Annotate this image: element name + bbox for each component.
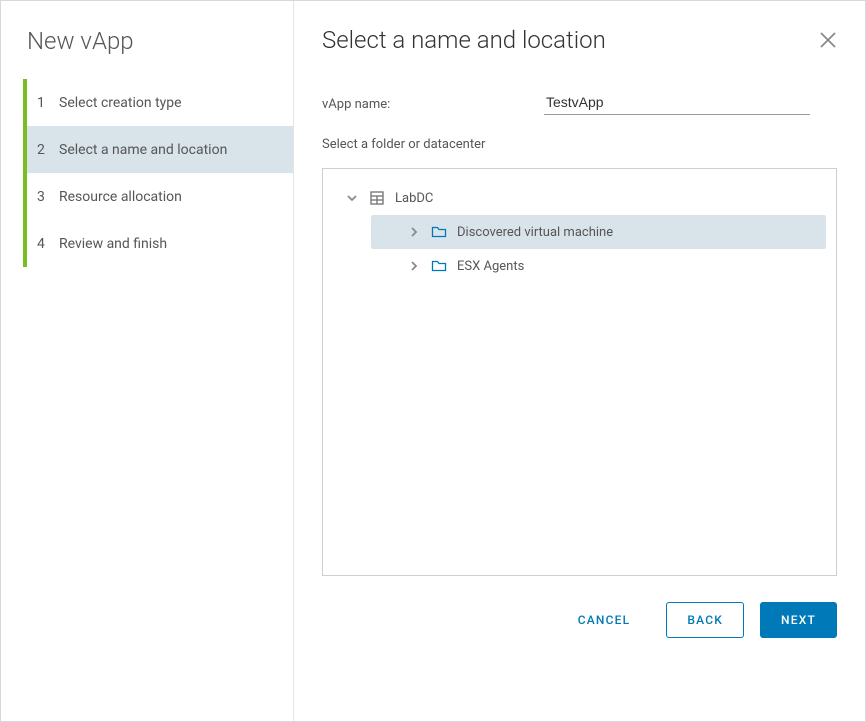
tree-node-label: LabDC — [395, 191, 433, 206]
content-header: Select a name and location — [322, 1, 837, 75]
chevron-down-icon — [345, 191, 359, 205]
back-button[interactable]: BACK — [666, 602, 744, 638]
step-number: 3 — [37, 189, 53, 205]
wizard-content: Select a name and location vApp name: Se… — [294, 1, 865, 721]
step-label: Select creation type — [53, 95, 182, 111]
step-select-creation-type[interactable]: 1 Select creation type — [27, 79, 293, 126]
wizard-footer: CANCEL BACK NEXT — [322, 576, 837, 662]
step-label: Review and finish — [53, 236, 167, 252]
datacenter-icon — [369, 190, 385, 206]
folder-icon — [431, 224, 447, 240]
step-number: 2 — [37, 142, 53, 158]
step-resource-allocation[interactable]: 3 Resource allocation — [27, 173, 293, 220]
folder-icon — [431, 258, 447, 274]
tree-node-label: ESX Agents — [457, 259, 524, 274]
chevron-right-icon — [407, 259, 421, 273]
vapp-name-row: vApp name: — [322, 90, 837, 115]
page-title: Select a name and location — [322, 26, 606, 54]
wizard-sidebar: New vApp 1 Select creation type 2 Select… — [1, 1, 294, 721]
tree-node-datacenter[interactable]: LabDC — [333, 181, 826, 215]
step-review-finish[interactable]: 4 Review and finish — [27, 220, 293, 267]
tree-node-folder[interactable]: ESX Agents — [371, 249, 826, 283]
cancel-button[interactable]: CANCEL — [558, 602, 651, 638]
wizard-steps: 1 Select creation type 2 Select a name a… — [23, 79, 293, 267]
step-select-name-location[interactable]: 2 Select a name and location — [27, 126, 293, 173]
step-number: 1 — [37, 95, 53, 111]
close-icon[interactable] — [819, 31, 837, 49]
folder-section-label: Select a folder or datacenter — [322, 137, 837, 152]
tree-node-label: Discovered virtual machine — [457, 225, 613, 240]
chevron-right-icon — [407, 225, 421, 239]
folder-tree: LabDC Discovered virtual machine ES — [322, 168, 837, 576]
next-button[interactable]: NEXT — [760, 602, 837, 638]
vapp-name-label: vApp name: — [322, 97, 544, 115]
step-number: 4 — [37, 236, 53, 252]
vapp-name-input[interactable] — [544, 90, 810, 115]
wizard-title: New vApp — [1, 27, 293, 79]
tree-node-folder[interactable]: Discovered virtual machine — [371, 215, 826, 249]
step-label: Select a name and location — [53, 142, 227, 158]
step-label: Resource allocation — [53, 189, 182, 205]
